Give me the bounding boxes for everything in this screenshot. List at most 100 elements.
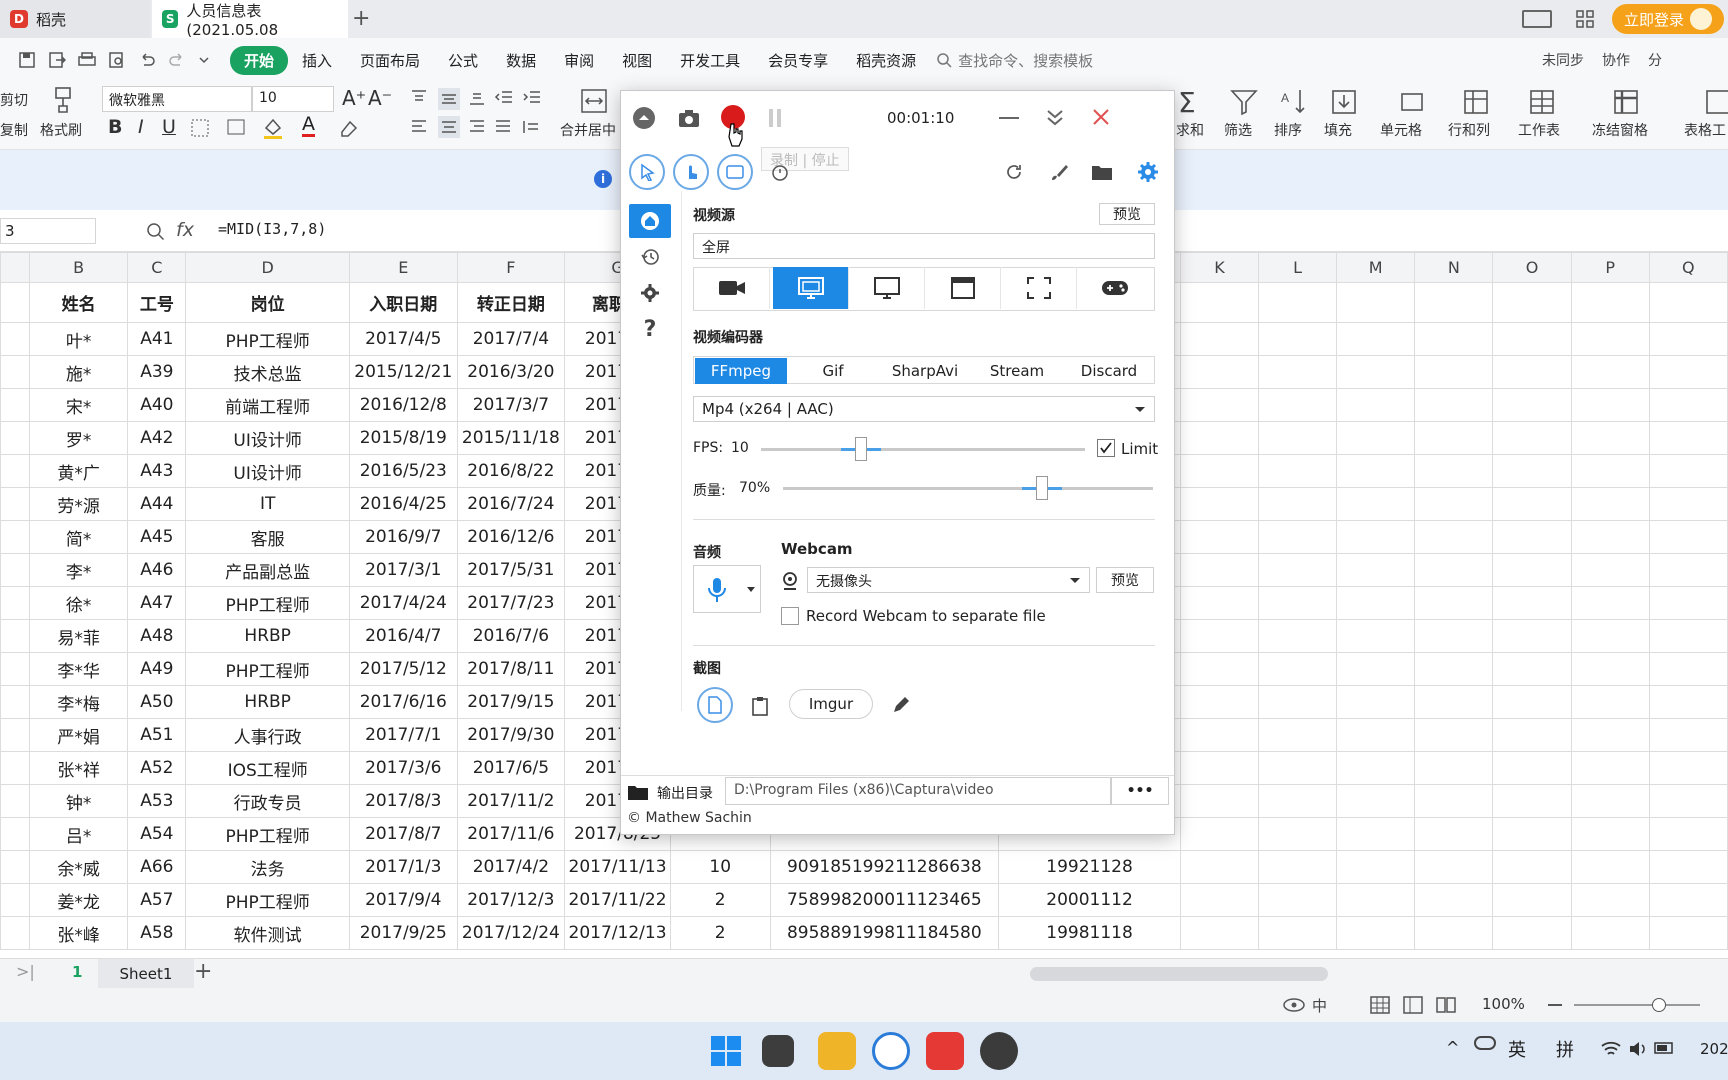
folder-icon[interactable] bbox=[1091, 163, 1113, 181]
cell-hire-date[interactable]: 2015/8/19 bbox=[348, 421, 458, 455]
table-cell[interactable] bbox=[1414, 520, 1494, 554]
share-button[interactable]: 分 bbox=[1648, 50, 1662, 70]
cell-name[interactable]: 易*菲 bbox=[28, 619, 129, 653]
table-cell[interactable] bbox=[1336, 553, 1416, 587]
table-cell[interactable] bbox=[1570, 916, 1650, 950]
table-cell[interactable] bbox=[1492, 586, 1572, 620]
collaborate-button[interactable]: 协作 bbox=[1602, 50, 1630, 70]
table-cell[interactable] bbox=[1336, 282, 1416, 323]
close-icon[interactable] bbox=[1091, 107, 1111, 127]
table-cell[interactable] bbox=[1570, 652, 1650, 686]
sheet-tab-sheet1[interactable]: Sheet1 bbox=[98, 959, 194, 989]
align-right-icon[interactable] bbox=[468, 118, 486, 136]
table-cell[interactable] bbox=[1570, 619, 1650, 653]
table-cell[interactable]: 10 bbox=[669, 850, 771, 884]
table-cell[interactable] bbox=[1414, 454, 1494, 488]
row-column-button[interactable]: 行和列 bbox=[1448, 120, 1490, 140]
print-icon[interactable] bbox=[78, 51, 96, 69]
cell-id[interactable]: A47 bbox=[127, 586, 187, 620]
freeze-panes-button[interactable]: 冻结窗格 bbox=[1592, 120, 1648, 140]
table-cell[interactable] bbox=[1570, 751, 1650, 785]
command-search[interactable]: 查找命令、搜索模板 bbox=[936, 50, 1093, 71]
column-header-k[interactable]: K bbox=[1179, 252, 1260, 283]
tray-chevron-icon[interactable]: ^ bbox=[1446, 1038, 1459, 1057]
table-cell[interactable] bbox=[1492, 520, 1572, 554]
video-source-field[interactable]: 全屏 bbox=[693, 233, 1155, 259]
cell-hire-date[interactable]: 2017/4/24 bbox=[348, 586, 458, 620]
table-cell[interactable] bbox=[1648, 586, 1728, 620]
wrap-text-icon[interactable] bbox=[522, 118, 542, 136]
table-cell[interactable] bbox=[1570, 421, 1650, 455]
cell-confirm-date[interactable]: 2017/5/31 bbox=[456, 553, 566, 587]
cell-name[interactable]: 吕* bbox=[28, 817, 129, 851]
table-cell[interactable] bbox=[1570, 553, 1650, 587]
table-cell[interactable] bbox=[1648, 553, 1728, 587]
table-cell[interactable] bbox=[0, 553, 30, 587]
table-cell[interactable] bbox=[1258, 685, 1338, 719]
encoder-format-select[interactable]: Mp4 (x264 | AAC) bbox=[693, 396, 1155, 422]
cell-position[interactable]: PHP工程师 bbox=[185, 586, 350, 620]
table-cell[interactable] bbox=[1179, 454, 1260, 488]
table-cell[interactable]: 2 bbox=[669, 883, 771, 917]
cell-hire-date[interactable]: 2017/6/16 bbox=[348, 685, 458, 719]
table-cell[interactable] bbox=[1258, 454, 1338, 488]
table-cell[interactable] bbox=[1570, 487, 1650, 521]
fill-color-icon[interactable] bbox=[262, 116, 284, 140]
column-header-b[interactable]: B bbox=[28, 252, 129, 283]
table-cell[interactable] bbox=[1258, 784, 1338, 818]
menu-view[interactable]: 视图 bbox=[608, 50, 666, 71]
table-cell[interactable] bbox=[0, 718, 30, 752]
table-cell[interactable] bbox=[1648, 916, 1728, 950]
table-cell[interactable] bbox=[1570, 322, 1650, 356]
table-cell[interactable] bbox=[1492, 487, 1572, 521]
table-cell[interactable] bbox=[1492, 553, 1572, 587]
table-cell[interactable] bbox=[1179, 619, 1260, 653]
cell-name[interactable]: 宋* bbox=[28, 388, 129, 422]
source-window-button[interactable] bbox=[925, 267, 1001, 309]
table-cell[interactable] bbox=[1336, 388, 1416, 422]
align-middle-icon[interactable] bbox=[438, 88, 460, 110]
table-cell[interactable] bbox=[1492, 883, 1572, 917]
table-cell[interactable] bbox=[1336, 916, 1416, 950]
cell-hire-date[interactable]: 2017/7/1 bbox=[348, 718, 458, 752]
justify-icon[interactable] bbox=[494, 118, 512, 136]
cell-hire-date[interactable]: 2015/12/21 bbox=[348, 355, 458, 389]
table-cell[interactable] bbox=[1336, 520, 1416, 554]
table-cell[interactable] bbox=[1492, 817, 1572, 851]
output-dir-field[interactable]: D:\Program Files (x86)\Captura\video bbox=[725, 777, 1111, 805]
cell-confirm-date[interactable]: 2017/12/3 bbox=[456, 883, 566, 917]
table-cell[interactable] bbox=[1179, 751, 1260, 785]
table-cell[interactable] bbox=[1179, 355, 1260, 389]
cell-hire-date[interactable]: 2017/3/6 bbox=[348, 751, 458, 785]
column-header-f[interactable]: F bbox=[456, 252, 566, 283]
table-cell[interactable]: 19921128 bbox=[998, 850, 1181, 884]
table-cell[interactable] bbox=[0, 586, 30, 620]
table-cell[interactable] bbox=[0, 751, 30, 785]
cell-id[interactable]: A51 bbox=[127, 718, 187, 752]
align-center-icon[interactable] bbox=[438, 116, 460, 138]
volume-icon[interactable] bbox=[1628, 1040, 1648, 1058]
column-header-a[interactable] bbox=[0, 252, 30, 283]
double-chevron-down-icon[interactable] bbox=[1045, 107, 1065, 127]
zoom-formula-icon[interactable] bbox=[146, 222, 166, 242]
cell-confirm-date[interactable]: 2017/12/24 bbox=[456, 916, 566, 950]
cell-id[interactable]: A39 bbox=[127, 355, 187, 389]
table-cell[interactable] bbox=[1414, 784, 1494, 818]
table-cell[interactable] bbox=[1336, 454, 1416, 488]
table-cell[interactable]: 758998200011123465 bbox=[769, 883, 1000, 917]
table-cell[interactable] bbox=[1414, 421, 1494, 455]
column-header-c[interactable]: C bbox=[127, 252, 187, 283]
table-cell[interactable] bbox=[0, 652, 30, 686]
cell-name[interactable]: 余*威 bbox=[28, 850, 129, 884]
sum-button[interactable]: 求和 bbox=[1176, 120, 1204, 140]
table-cell[interactable] bbox=[1414, 883, 1494, 917]
cell-name[interactable]: 叶* bbox=[28, 322, 129, 356]
minimize-icon[interactable] bbox=[999, 117, 1019, 119]
table-cell[interactable] bbox=[1414, 916, 1494, 950]
cell-name[interactable]: 严*娟 bbox=[28, 718, 129, 752]
table-cell[interactable] bbox=[1648, 454, 1728, 488]
table-cell[interactable] bbox=[1336, 355, 1416, 389]
wifi-icon[interactable] bbox=[1600, 1040, 1622, 1058]
keystroke-mode-button[interactable] bbox=[717, 154, 753, 190]
cell-id[interactable]: A49 bbox=[127, 652, 187, 686]
